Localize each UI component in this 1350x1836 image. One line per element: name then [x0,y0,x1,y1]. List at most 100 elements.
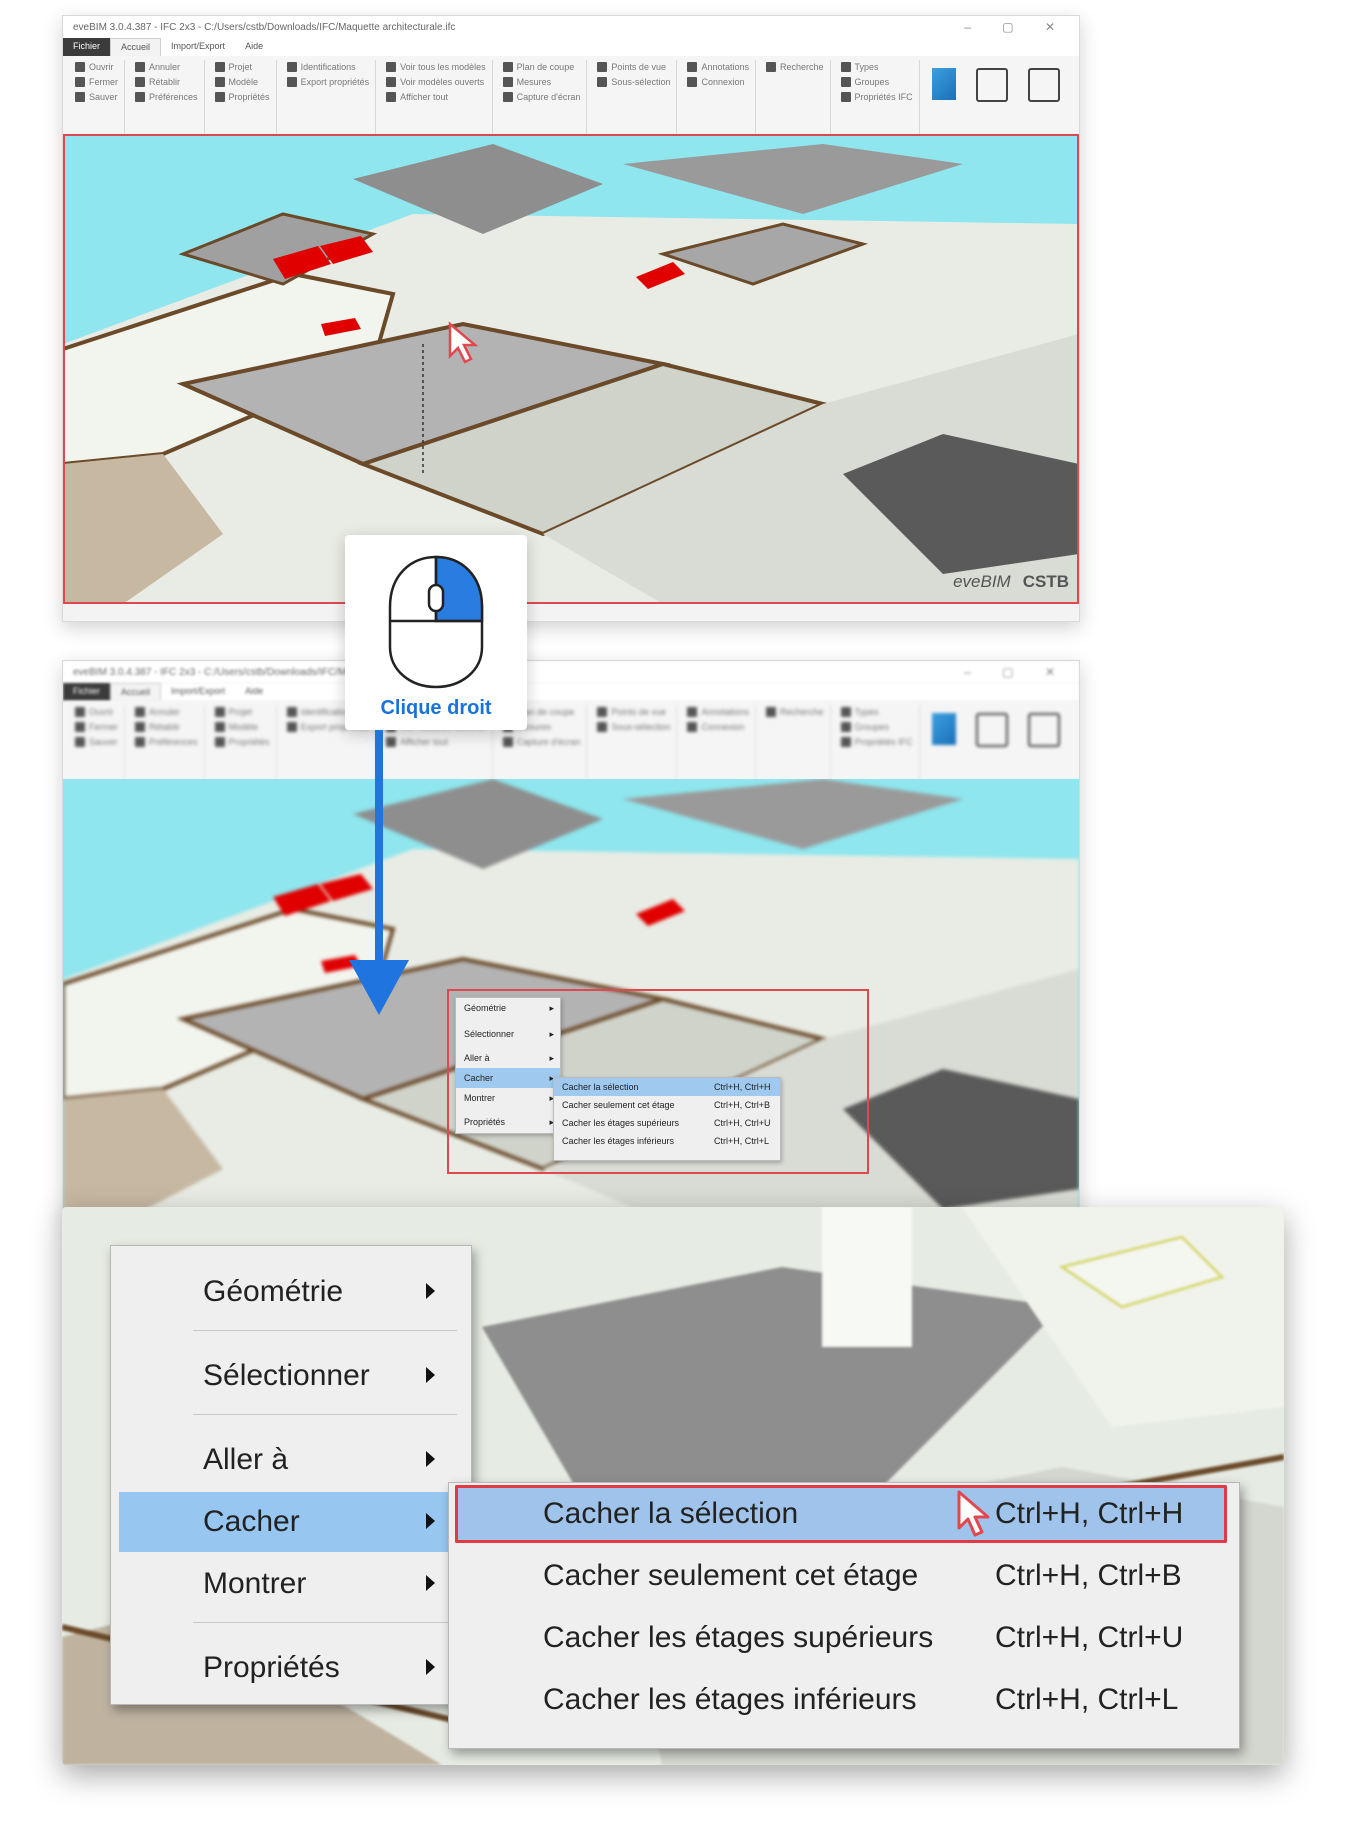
menu-item-hide[interactable]: Cacher [119,1492,457,1552]
preview-sub-hide-lower-floors[interactable]: Cacher les étages inférieurs Ctrl+H, Ctrl… [554,1132,780,1150]
menu-item-geometry[interactable]: Géométrie [119,1262,457,1322]
menu-item-properties[interactable]: Propriétés [119,1638,457,1698]
types-button[interactable]: Types [840,62,913,72]
ifc-properties-button[interactable]: Propriétés IFC [840,92,913,102]
preferences-button-2[interactable]: Préférences [135,737,198,747]
tab-file[interactable]: Fichier [63,38,111,56]
ruler-icon [502,77,513,87]
undo-button[interactable]: Annuler [135,62,198,72]
model-button-2[interactable]: Modèle [214,722,270,732]
screenshot-button-2[interactable]: Capture d'écran [502,737,580,747]
project-button-2[interactable]: Projet [214,707,270,717]
connection-button[interactable]: Connexion [687,77,749,87]
section-plane-button[interactable]: Plan de coupe [502,62,581,72]
identifications-button[interactable]: Identifications [286,62,370,72]
preview-item-show[interactable]: Montrer ▸ [456,1088,560,1108]
show-all-button-2[interactable]: Afficher tout [386,737,486,747]
window-controls[interactable]: – ▢ ✕ [964,20,1069,34]
redo-button[interactable]: Rétablir [135,77,198,87]
tab-import-export-2[interactable]: Import/Export [161,683,235,701]
zoom-panel: Géométrie Sélectionner Aller à Cacher Mo… [62,1207,1284,1765]
submenu-item-hide-lower-floors[interactable]: Cacher les étages inférieurs Ctrl+H, Ctr… [455,1671,1227,1729]
preferences-button[interactable]: Préférences [135,92,198,102]
ribbon-tabs: Fichier Accueil Import/Export Aide [63,38,1079,56]
ifc-icon [840,737,851,747]
submenu-item-hide-upper-floors[interactable]: Cacher les étages supérieurs Ctrl+H, Ctr… [455,1609,1227,1667]
cursor-icon [597,722,608,732]
note-icon [687,62,698,72]
open-button[interactable]: Ouvrir [75,62,118,72]
report-button[interactable] [975,68,1008,102]
close-button[interactable]: Fermer [75,77,118,87]
screenshot-button[interactable]: Capture d'écran [502,92,580,102]
preview-item-select[interactable]: Sélectionner ▸ [456,1024,560,1044]
eye-icon [386,77,397,87]
folder-icon [75,707,85,717]
mouse-icon [388,555,484,689]
preview-sub-hide-selection[interactable]: Cacher la sélection Ctrl+H, Ctrl+H [554,1078,780,1096]
submenu-item-hide-this-floor-shortcut: Ctrl+H, Ctrl+B [995,1559,1182,1592]
measure-button[interactable]: Mesures [502,77,581,87]
search-button-2[interactable]: Recherche [766,707,824,717]
submenu-item-hide-this-floor[interactable]: Cacher seulement cet étage Ctrl+H, Ctrl+… [455,1547,1227,1605]
export-properties-button[interactable]: Export propriétés [286,77,369,87]
save-button[interactable]: Sauver [75,92,118,102]
preview-item-hide[interactable]: Cacher ▸ [456,1068,560,1088]
context-menu: Géométrie Sélectionner Aller à Cacher Mo… [110,1245,472,1705]
menu-item-goto[interactable]: Aller à [119,1430,457,1490]
redo-button-2[interactable]: Rétablir [135,722,198,732]
properties-button-2[interactable]: Propriétés [214,737,270,747]
annotations-button[interactable]: Annotations [687,62,749,72]
tab-home[interactable]: Accueil [110,38,162,56]
annotations-button-2[interactable]: Annotations [687,707,749,717]
tab-help[interactable]: Aide [235,38,273,56]
submenu-item-hide-this-floor-label: Cacher seulement cet étage [543,1559,919,1592]
open-button-2[interactable]: Ouvrir [75,707,118,717]
3d-viewport-top[interactable]: eveBIM CSTB [63,134,1079,604]
evebim-cube-icon[interactable] [931,713,956,745]
preview-sub-hide-this-floor[interactable]: Cacher seulement cet étage Ctrl+H, Ctrl+B [554,1096,780,1114]
tab-import-export[interactable]: Import/Export [161,38,235,56]
subselection-button-2[interactable]: Sous-sélection [597,722,670,732]
groups-button[interactable]: Groupes [840,77,913,87]
undo-icon [135,707,145,717]
ifc-properties-button-2[interactable]: Propriétés IFC [840,737,913,747]
search-button[interactable]: Recherche [766,62,824,72]
evebim-cube-icon[interactable] [931,68,956,100]
tab-home-2[interactable]: Accueil [110,683,162,701]
close-button-2[interactable]: Fermer [75,722,118,732]
project-button[interactable]: Projet [214,62,270,72]
preview-item-geometry[interactable]: Géométrie ▸ [456,998,560,1018]
cursor-icon [957,1490,990,1537]
configurations-button-2[interactable] [1027,713,1060,747]
save-button-2[interactable]: Sauver [75,737,118,747]
subselection-button[interactable]: Sous-sélection [597,77,670,87]
show-open-models-button[interactable]: Voir modèles ouverts [386,77,486,87]
preview-sub-hide-upper-floors[interactable]: Cacher les étages supérieurs Ctrl+H, Ctrl… [554,1114,780,1132]
menu-item-show[interactable]: Montrer [119,1554,457,1614]
viewpoints-button-2[interactable]: Points de vue [597,707,670,717]
submenu-item-hide-upper-floors-shortcut: Ctrl+H, Ctrl+U [995,1621,1184,1654]
menu-item-select[interactable]: Sélectionner [119,1346,457,1406]
3d-viewport-bottom[interactable]: Géométrie ▸ Sélectionner ▸ Aller à ▸ Cacher… [63,779,1079,1221]
tab-file-2[interactable]: Fichier [63,683,111,701]
properties-button[interactable]: Propriétés [214,92,270,102]
groups-button-2[interactable]: Groupes [840,722,913,732]
camera-icon [502,737,513,747]
report-button-2[interactable] [975,713,1008,747]
preview-item-goto[interactable]: Aller à ▸ [456,1048,560,1068]
undo-button-2[interactable]: Annuler [135,707,198,717]
preview-item-properties[interactable]: Propriétés ▸ [456,1112,560,1132]
viewpoints-button[interactable]: Points de vue [597,62,670,72]
window-controls-2[interactable]: – ▢ ✕ [964,665,1069,679]
types-button-2[interactable]: Types [840,707,913,717]
gear-icon [135,92,145,102]
show-all-models-button[interactable]: Voir tous les modèles [386,62,486,72]
types-icon [840,707,851,717]
show-all-button[interactable]: Afficher tout [386,92,486,102]
connection-button-2[interactable]: Connexion [687,722,749,732]
tab-help-2[interactable]: Aide [235,683,273,701]
model-button[interactable]: Modèle [214,77,270,87]
configurations-button[interactable] [1027,68,1060,102]
building-model [63,144,1079,604]
